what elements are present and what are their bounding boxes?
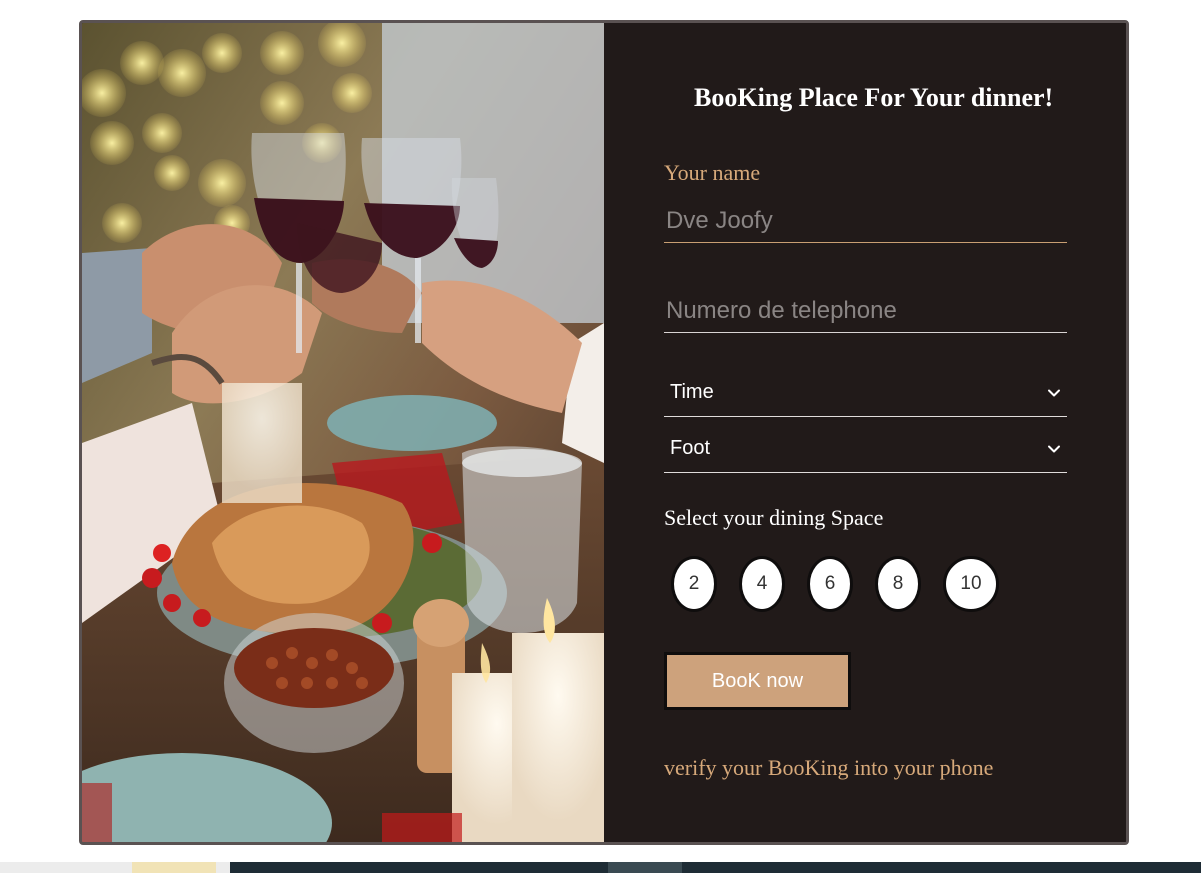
food-select-value: Foot: [670, 437, 711, 459]
dining-space-label: Select your dining Space: [664, 505, 884, 530]
space-option-8[interactable]: 8: [875, 556, 921, 612]
phone-input[interactable]: [664, 289, 1067, 333]
taskbar-strip: [0, 862, 1201, 873]
form-title: BooKing Place For Your dinner!: [694, 83, 1054, 112]
dining-space-options: 2 4 6 8 10: [671, 556, 999, 612]
time-select[interactable]: Time: [664, 369, 1067, 417]
booking-form-panel: BooKing Place For Your dinner! Your name…: [604, 23, 1126, 842]
space-option-4[interactable]: 4: [739, 556, 785, 612]
dinner-photo: [82, 23, 604, 842]
space-option-6[interactable]: 6: [807, 556, 853, 612]
book-now-button[interactable]: BooK now: [664, 652, 851, 710]
time-select-value: Time: [670, 381, 714, 403]
space-option-2[interactable]: 2: [671, 556, 717, 612]
taskbar-segment: [132, 862, 216, 873]
chevron-down-icon: [1048, 445, 1060, 452]
space-option-10[interactable]: 10: [943, 556, 999, 612]
name-input[interactable]: [664, 199, 1067, 243]
food-select[interactable]: Foot: [664, 425, 1067, 473]
name-label: Your name: [664, 160, 761, 185]
verify-message: verify your BooKing into your phone: [664, 755, 994, 780]
taskbar-segment: [608, 862, 682, 873]
booking-card: BooKing Place For Your dinner! Your name…: [79, 20, 1129, 845]
chevron-down-icon: [1048, 389, 1060, 396]
